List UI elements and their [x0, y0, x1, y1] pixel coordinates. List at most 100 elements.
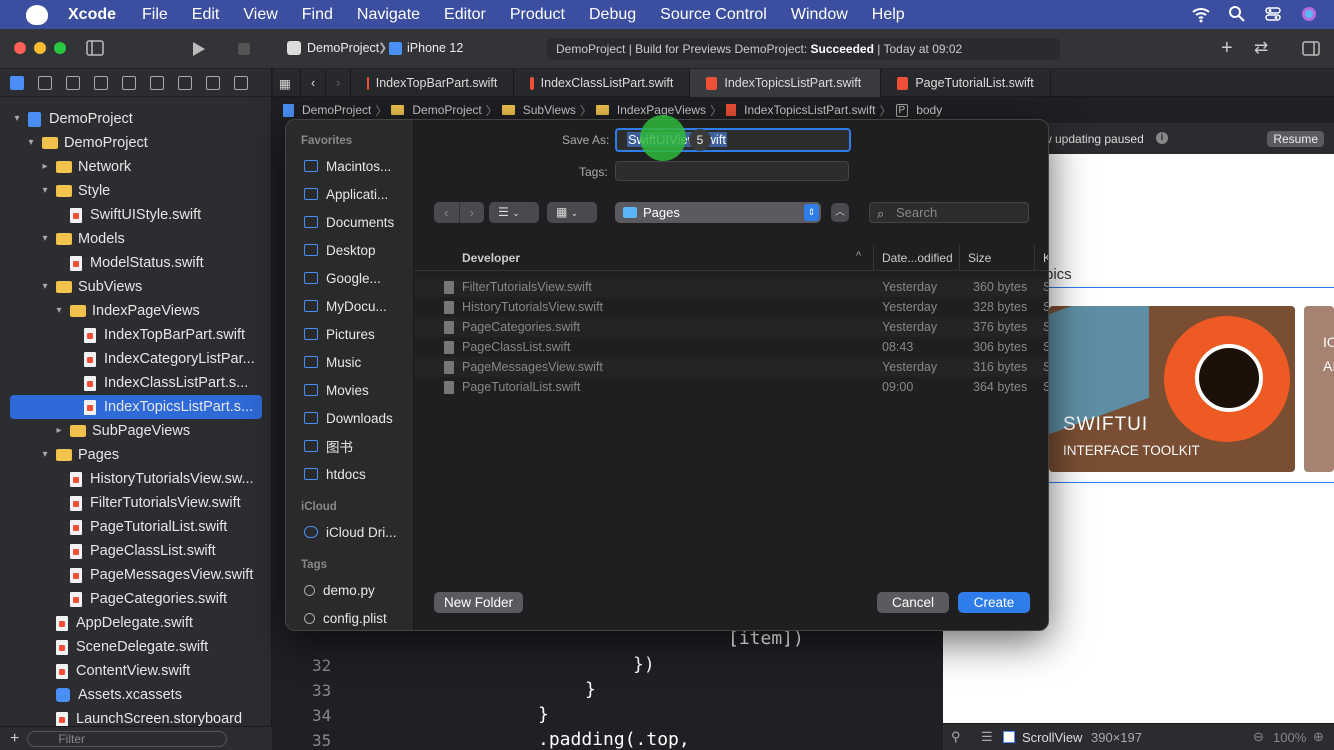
tree-item[interactable]: AppDelegate.swift [0, 611, 272, 635]
tree-item[interactable]: IndexTopicsListPart.s... [10, 395, 262, 419]
menu-product[interactable]: Product [510, 6, 565, 24]
sidebar-favorite-item[interactable]: Macintos... [286, 152, 413, 180]
tab-index-class-list[interactable]: IndexClassListPart.swift [514, 69, 691, 97]
file-row[interactable]: PageCategories.swift Yesterday 376 bytes S [414, 317, 1048, 337]
tree-item[interactable]: PageTutorialList.swift [0, 515, 272, 539]
menu-find[interactable]: Find [302, 6, 333, 24]
column-kind[interactable]: K [1043, 251, 1048, 265]
topic-card-2[interactable]: IO AI [1304, 306, 1334, 472]
chevron-down-icon[interactable]: ▾ [26, 138, 36, 148]
jump-project[interactable]: DemoProject [302, 103, 371, 117]
close-window-button[interactable] [14, 42, 26, 54]
list-view-selector[interactable]: ☰ ⌄ [489, 202, 539, 223]
sidebar-favorite-item[interactable]: htdocs [286, 460, 413, 488]
column-size[interactable]: Size [968, 251, 991, 265]
tree-item[interactable]: PageClassList.swift [0, 539, 272, 563]
tree-item[interactable]: PageCategories.swift [0, 587, 272, 611]
column-date[interactable]: Date...odified [882, 251, 953, 265]
forward-icon[interactable]: › [458, 202, 485, 223]
grid-view-selector[interactable]: ▦ ⌄ [547, 202, 597, 223]
chevron-down-icon[interactable]: ▾ [40, 186, 50, 196]
new-folder-button[interactable]: New Folder [434, 592, 523, 613]
test-navigator-icon[interactable] [150, 75, 164, 90]
file-row[interactable]: PageClassList.swift 08:43 306 bytes S [414, 337, 1048, 357]
tree-item[interactable]: ▾ Style [0, 179, 272, 203]
back-icon[interactable]: ‹ [434, 202, 459, 223]
project-navigator-icon[interactable] [10, 75, 24, 90]
tree-item[interactable]: ▸ Network [0, 155, 272, 179]
tree-item[interactable]: SwiftUIStyle.swift [0, 203, 272, 227]
sidebar-favorite-item[interactable]: Pictures [286, 320, 413, 348]
sidebar-favorite-item[interactable]: 图书 [286, 432, 413, 460]
menu-source-control[interactable]: Source Control [660, 6, 767, 24]
zoom-in-icon[interactable]: ⊕ [1313, 729, 1324, 745]
cancel-button[interactable]: Cancel [877, 592, 949, 613]
tree-item[interactable]: IndexClassListPart.s... [0, 371, 272, 395]
topic-card[interactable]: SWIFTUI INTERFACE TOOLKIT [1049, 306, 1295, 472]
control-center-icon[interactable] [1264, 5, 1282, 23]
sidebar-tag-config-plist[interactable]: config.plist [286, 604, 413, 630]
issue-navigator-icon[interactable] [122, 75, 136, 90]
jump-symbol[interactable]: body [916, 103, 942, 117]
menu-editor[interactable]: Editor [444, 6, 486, 24]
filter-input[interactable]: Filter [27, 730, 228, 747]
sidebar-icloud-drive[interactable]: iCloud Dri... [286, 518, 413, 546]
tree-item[interactable]: ModelStatus.swift [0, 251, 272, 275]
sidebar-toggle-icon[interactable] [86, 40, 104, 56]
tree-item[interactable]: ▾ Models [0, 227, 272, 251]
sidebar-favorite-item[interactable]: Movies [286, 376, 413, 404]
minimize-window-button[interactable] [34, 42, 46, 54]
file-row[interactable]: PageTutorialList.swift 09:00 364 bytes S [414, 377, 1048, 397]
find-navigator-icon[interactable] [94, 75, 108, 90]
add-library-icon[interactable]: + [1221, 37, 1233, 60]
menu-view[interactable]: View [243, 6, 277, 24]
info-icon[interactable]: i [1156, 132, 1168, 144]
tree-item[interactable]: ▾ Pages [0, 443, 272, 467]
run-icon[interactable] [190, 41, 206, 57]
symbol-navigator-icon[interactable] [66, 75, 80, 90]
sidebar-favorite-item[interactable]: Documents [286, 208, 413, 236]
tree-item[interactable]: ▾ SubViews [0, 275, 272, 299]
tree-item[interactable]: IndexTopBarPart.swift [0, 323, 272, 347]
sidebar-favorite-item[interactable]: Downloads [286, 404, 413, 432]
chevron-down-icon[interactable]: ▾ [40, 282, 50, 292]
jump-group[interactable]: DemoProject [412, 103, 481, 117]
forward-icon[interactable]: › [326, 69, 352, 97]
search-input[interactable]: ⌕ Search [869, 202, 1029, 223]
tree-item[interactable]: SceneDelegate.swift [0, 635, 272, 659]
grid-icon[interactable]: ▦ [273, 69, 301, 97]
tree-item[interactable]: ContentView.swift [0, 659, 272, 683]
tree-item[interactable]: PageMessagesView.swift [0, 563, 272, 587]
menu-debug[interactable]: Debug [589, 6, 636, 24]
add-file-icon[interactable]: + [10, 730, 19, 748]
jump-file[interactable]: IndexTopicsListPart.swift [744, 103, 875, 117]
chevron-right-icon[interactable]: ▸ [54, 426, 64, 436]
breakpoint-navigator-icon[interactable] [206, 75, 220, 90]
tab-page-tutorial-list[interactable]: PageTutorialList.swift [881, 69, 1052, 97]
siri-icon[interactable] [1300, 5, 1318, 23]
inspector-toggle-icon[interactable] [1302, 41, 1320, 56]
report-navigator-icon[interactable] [234, 75, 248, 90]
tree-item[interactable]: ▾ IndexPageViews [0, 299, 272, 323]
tab-index-top-bar[interactable]: IndexTopBarPart.swift [351, 69, 515, 97]
chevron-down-icon[interactable]: ▾ [40, 234, 50, 244]
zoom-out-icon[interactable]: ⊖ [1253, 729, 1264, 745]
tree-item[interactable]: Assets.xcassets [0, 683, 272, 707]
tree-item[interactable]: ▾ DemoProject [0, 107, 272, 131]
pin-icon[interactable]: ⚲ [951, 729, 961, 745]
location-popup[interactable]: Pages ⇕ [615, 202, 821, 223]
zoom-window-button[interactable] [54, 42, 66, 54]
code-review-icon[interactable]: ⇄ [1254, 38, 1268, 58]
file-row[interactable]: PageMessagesView.swift Yesterday 316 bytes… [414, 357, 1048, 377]
chevron-right-icon[interactable]: ▸ [40, 162, 50, 172]
menu-window[interactable]: Window [791, 6, 848, 24]
spotlight-search-icon[interactable] [1228, 5, 1246, 23]
tree-item[interactable]: ▾ DemoProject [0, 131, 272, 155]
tree-item[interactable]: FilterTutorialsView.swift [0, 491, 272, 515]
file-row[interactable]: FilterTutorialsView.swift Yesterday 360 by… [414, 277, 1048, 297]
menu-file[interactable]: File [142, 6, 168, 24]
tree-item[interactable]: HistoryTutorialsView.sw... [0, 467, 272, 491]
menu-help[interactable]: Help [872, 6, 905, 24]
create-button[interactable]: Create [958, 592, 1030, 613]
sidebar-favorite-item[interactable]: MyDocu... [286, 292, 413, 320]
